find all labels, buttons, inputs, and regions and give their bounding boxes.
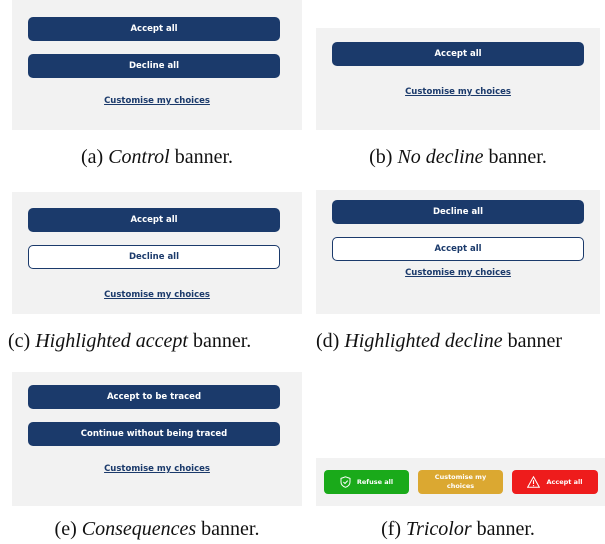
caption-tricolor: (f) Tricolor banner. (316, 518, 600, 541)
banner-consequences: Accept to be traced Continue without bei… (12, 372, 302, 506)
decline-all-button[interactable]: Decline all (28, 245, 280, 269)
caption-variant: Tricolor (406, 518, 472, 540)
accept-all-button[interactable]: Accept all (512, 470, 598, 494)
caption-suffix: banner. (169, 146, 233, 168)
customise-choices-link[interactable]: Customise my choices (316, 87, 600, 97)
caption-label: (b) (369, 146, 398, 168)
decline-all-button[interactable]: Decline all (28, 54, 280, 78)
caption-highlighted-accept: (c) Highlighted accept banner. (0, 330, 326, 353)
accept-all-button[interactable]: Accept all (332, 237, 584, 261)
caption-variant: Control (108, 146, 170, 168)
warning-triangle-icon (527, 476, 541, 488)
caption-no-decline: (b) No decline banner. (316, 146, 600, 169)
customise-choices-link[interactable]: Customise my choices (316, 268, 600, 278)
caption-suffix: banner. (483, 146, 547, 168)
caption-label: (e) (54, 518, 82, 540)
customise-choices-link[interactable]: Customise my choices (12, 290, 302, 300)
decline-all-button[interactable]: Decline all (332, 200, 584, 224)
caption-variant: Highlighted decline (344, 330, 503, 352)
customise-choices-label: Customise my choices (434, 473, 487, 490)
caption-suffix: banner. (196, 518, 260, 540)
accept-all-button[interactable]: Accept all (28, 208, 280, 232)
accept-all-button[interactable]: Accept all (332, 42, 584, 66)
customise-choices-link[interactable]: Customise my choices (12, 464, 302, 474)
caption-suffix: banner. (187, 330, 252, 352)
caption-variant: Consequences (81, 518, 197, 540)
refuse-all-button[interactable]: Refuse all (324, 470, 409, 494)
caption-label: (a) (80, 146, 109, 168)
customise-choices-button[interactable]: Customise my choices (418, 470, 503, 494)
caption-control: (a) Control banner. (12, 146, 302, 169)
banner-highlighted-decline: Decline all Accept all Customise my choi… (316, 190, 600, 314)
refuse-all-label: Refuse all (356, 478, 394, 486)
customise-choices-link[interactable]: Customise my choices (12, 96, 302, 106)
accept-all-button[interactable]: Accept all (28, 17, 280, 41)
accept-to-be-traced-button[interactable]: Accept to be traced (28, 385, 280, 409)
banner-no-decline: Accept all Customise my choices (316, 28, 600, 130)
caption-variant: Highlighted accept (35, 330, 188, 352)
banner-control: Accept all Decline all Customise my choi… (12, 0, 302, 130)
caption-suffix: banner. (471, 518, 535, 540)
caption-highlighted-decline: (d) Highlighted decline banner (316, 330, 605, 353)
shield-check-icon (340, 476, 351, 488)
caption-label: (f) (381, 518, 407, 540)
caption-suffix: banner (502, 330, 563, 352)
caption-consequences: (e) Consequences banner. (12, 518, 302, 541)
banner-highlighted-accept: Accept all Decline all Customise my choi… (12, 192, 302, 314)
caption-label: (c) (8, 330, 36, 352)
caption-label: (d) (316, 330, 345, 352)
accept-all-label: Accept all (546, 478, 583, 486)
caption-variant: No decline (397, 146, 484, 168)
continue-without-tracing-button[interactable]: Continue without being traced (28, 422, 280, 446)
